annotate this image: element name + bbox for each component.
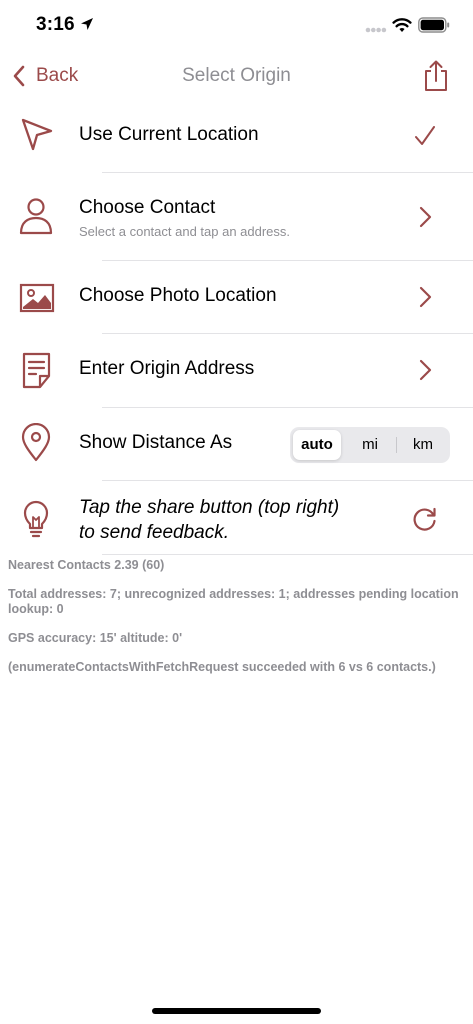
document-icon xyxy=(22,352,51,389)
origin-options-list: Use Current Location Choose Contact Sele… xyxy=(0,100,473,555)
use-current-location-row[interactable]: Use Current Location xyxy=(0,100,473,173)
share-icon[interactable] xyxy=(422,59,450,93)
chevron-right-icon xyxy=(419,286,432,308)
page-title: Select Origin xyxy=(182,65,291,86)
cellular-signal-icon xyxy=(365,27,387,33)
choose-contact-row[interactable]: Choose Contact Select a contact and tap … xyxy=(0,173,473,261)
feedback-hint-text: Tap the share button (top right) to send… xyxy=(79,495,399,545)
person-icon xyxy=(19,198,53,235)
checkmark-icon xyxy=(415,126,435,145)
photo-icon xyxy=(19,283,55,313)
show-distance-as-row: Show Distance As auto mi km xyxy=(0,408,473,481)
feedback-hint-row: Tap the share button (top right) to send… xyxy=(0,481,473,555)
segment-mi[interactable]: mi xyxy=(345,427,395,463)
battery-icon xyxy=(418,17,450,33)
chevron-right-icon xyxy=(419,206,432,228)
navigation-bar: Back Select Origin xyxy=(0,52,473,100)
row-title: Choose Contact xyxy=(79,197,216,218)
chevron-right-icon xyxy=(419,359,432,381)
row-title: Show Distance As xyxy=(79,432,233,453)
map-pin-icon xyxy=(21,423,51,462)
enter-origin-address-row[interactable]: Enter Origin Address xyxy=(0,334,473,408)
row-subtitle: Select a contact and tap an address. xyxy=(79,224,291,239)
status-time: 3:16 xyxy=(36,14,75,35)
row-title: Use Current Location xyxy=(79,124,259,145)
contacts-fetch-info: (enumerateContactsWithFetchRequest succe… xyxy=(8,660,436,674)
address-stats-info: Total addresses: 7; unrecognized address… xyxy=(8,587,459,616)
distance-unit-segmented-control: auto mi km xyxy=(290,427,450,463)
row-title: Choose Photo Location xyxy=(79,285,277,306)
refresh-icon[interactable] xyxy=(412,506,438,532)
wifi-icon xyxy=(392,18,412,32)
lightbulb-icon xyxy=(23,500,49,538)
segment-divider xyxy=(396,437,397,453)
segment-km[interactable]: km xyxy=(398,427,448,463)
home-indicator[interactable] xyxy=(152,1008,321,1014)
status-bar: 3:16 xyxy=(0,0,473,52)
gps-info: GPS accuracy: 15' altitude: 0' xyxy=(8,631,183,645)
location-arrow-icon xyxy=(21,118,53,151)
segment-auto[interactable]: auto xyxy=(293,430,341,460)
row-title: Enter Origin Address xyxy=(79,358,255,379)
hint-line-2: to send feedback. xyxy=(79,522,229,543)
separator xyxy=(102,554,473,555)
version-info: Nearest Contacts 2.39 (60) xyxy=(8,558,165,572)
hint-line-1: Tap the share button (top right) xyxy=(79,497,340,518)
choose-photo-location-row[interactable]: Choose Photo Location xyxy=(0,261,473,334)
location-services-icon xyxy=(81,18,93,30)
